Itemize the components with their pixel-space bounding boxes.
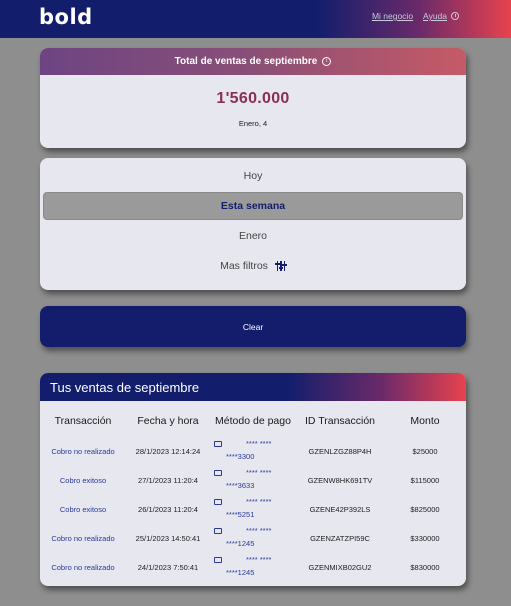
filter-today[interactable]: Hoy (43, 162, 463, 190)
transaction-id: GZENE42P392LS (309, 504, 371, 514)
transaction-id: GZENLZGZ88P4H (308, 446, 372, 456)
transaction-amount: $330000 (410, 533, 440, 543)
table-row[interactable]: Cobro no realizado 28/1/2023 12:14:24 **… (40, 437, 466, 466)
col-datetime[interactable]: Fecha y hora (126, 405, 210, 437)
transaction-datetime: 26/1/2023 11:20:4 (138, 504, 198, 514)
header-nav: Mi negocio Ayuda (372, 11, 459, 21)
nav-my-business-link[interactable]: Mi negocio (372, 11, 413, 21)
bold-logo[interactable]: bold (39, 5, 93, 29)
payment-method: **** **** ****3300 (210, 437, 296, 466)
transaction-status: Cobro no realizado (51, 533, 115, 543)
col-payment-method[interactable]: Método de pago (210, 405, 296, 437)
transaction-status: Cobro exitoso (59, 475, 107, 485)
transaction-amount: $825000 (410, 504, 440, 514)
period-filter-card: Hoy Esta semana Enero Mas filtros (40, 158, 466, 290)
filter-this-week[interactable]: Esta semana (43, 192, 463, 220)
transaction-amount: $830000 (410, 562, 440, 572)
more-filters-button[interactable]: Mas filtros (43, 252, 463, 280)
filter-january[interactable]: Enero (43, 222, 463, 250)
card-icon (214, 440, 222, 447)
table-row[interactable]: Cobro exitoso 27/1/2023 11:20:4 **** ***… (40, 466, 466, 495)
help-clock-icon[interactable] (451, 12, 459, 20)
card-icon (214, 469, 222, 476)
transaction-id: GZENMIXB02GU2 (308, 562, 372, 572)
transaction-amount: $115000 (410, 475, 440, 485)
col-transaction[interactable]: Transacción (40, 405, 126, 437)
col-transaction-id[interactable]: ID Transacción (296, 405, 384, 437)
total-sales-date: Enero, 4 (238, 119, 268, 128)
transaction-id: GZENZATZPI59C (310, 533, 370, 543)
transaction-id: GZENW8HK691TV (307, 475, 373, 485)
more-filters-label: Mas filtros (220, 260, 268, 272)
transaction-datetime: 28/1/2023 12:14:24 (135, 446, 201, 456)
table-row[interactable]: Cobro exitoso 26/1/2023 11:20:4 **** ***… (40, 495, 466, 524)
sales-table-title: Tus ventas de septiembre (40, 373, 466, 401)
payment-method: **** **** ****5251 (210, 495, 296, 524)
sales-table: Transacción Fecha y hora Método de pago … (40, 405, 466, 582)
payment-method: **** **** ****1245 (210, 524, 296, 553)
sliders-icon (275, 261, 287, 271)
transaction-amount: $25000 (412, 446, 438, 456)
payment-method: **** **** ****1245 (210, 553, 296, 582)
table-row[interactable]: Cobro no realizado 24/1/2023 7:50:41 ***… (40, 553, 466, 582)
table-row[interactable]: Cobro no realizado 25/1/2023 14:50:41 **… (40, 524, 466, 553)
total-sales-title: Total de ventas de septiembre (174, 56, 318, 67)
card-icon (214, 556, 222, 563)
clear-button[interactable]: Clear (40, 306, 466, 347)
nav-help-link[interactable]: Ayuda (423, 11, 447, 21)
transaction-datetime: 24/1/2023 7:50:41 (137, 562, 199, 572)
transaction-status: Cobro no realizado (51, 446, 115, 456)
transaction-datetime: 27/1/2023 11:20:4 (138, 475, 198, 485)
total-sales-card: Total de ventas de septiembre i 1'560.00… (40, 48, 466, 148)
info-icon[interactable]: i (322, 57, 332, 66)
transaction-status: Cobro no realizado (51, 562, 115, 572)
sales-table-card: Tus ventas de septiembre Transacción Fec… (40, 373, 466, 586)
total-sales-amount: 1'560.000 (216, 90, 290, 107)
transaction-datetime: 25/1/2023 14:50:41 (135, 533, 201, 543)
total-sales-header: Total de ventas de septiembre i (40, 48, 466, 75)
top-header: bold Mi negocio Ayuda (0, 0, 511, 38)
card-icon (214, 527, 222, 534)
transaction-status: Cobro exitoso (59, 504, 107, 514)
table-header-row: Transacción Fecha y hora Método de pago … (40, 405, 466, 437)
card-icon (214, 498, 222, 505)
payment-method: **** **** ****3633 (210, 466, 296, 495)
col-amount[interactable]: Monto (384, 405, 466, 437)
